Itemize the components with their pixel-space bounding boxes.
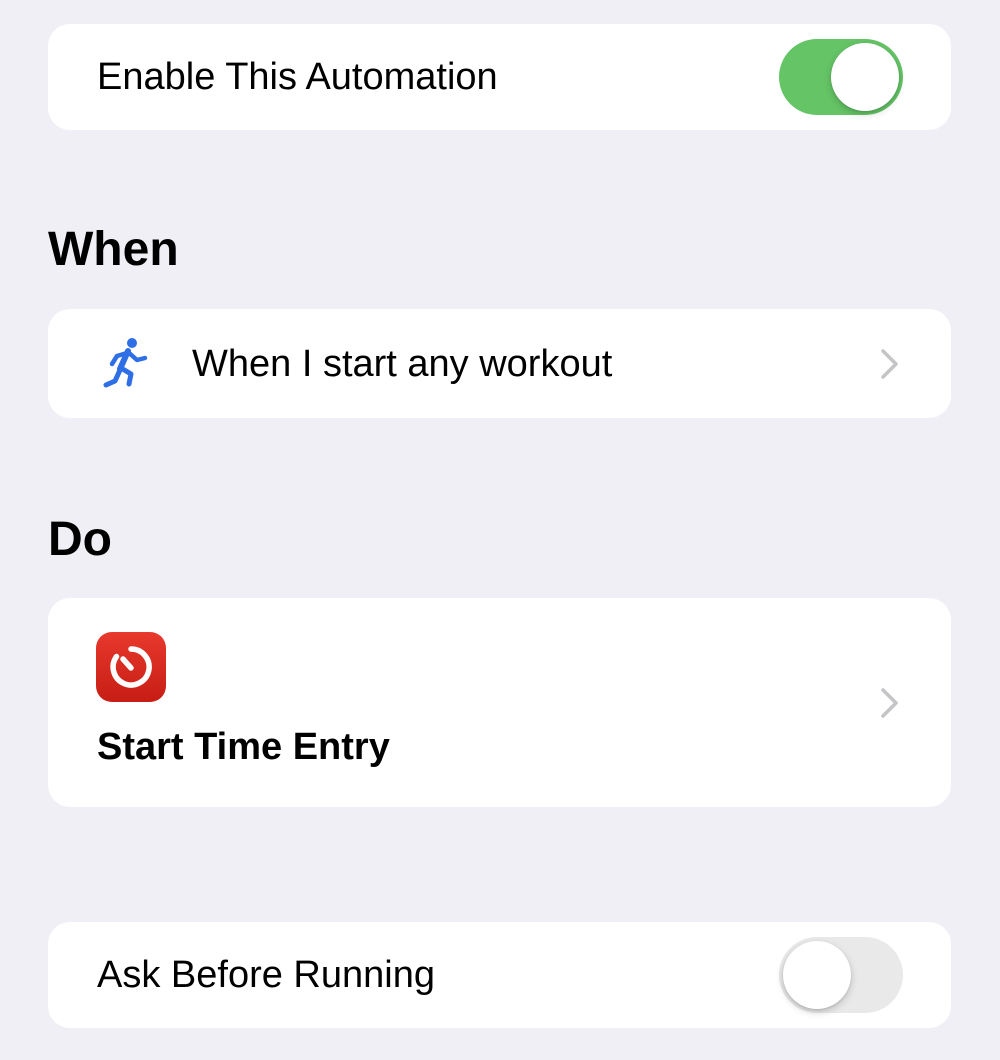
chevron-right-icon: [881, 688, 898, 718]
automation-settings-page: Enable This Automation When When I start…: [0, 0, 1000, 1060]
trigger-label: When I start any workout: [192, 343, 613, 385]
action-label: Start Time Entry: [97, 726, 390, 768]
ask-before-running-label: Ask Before Running: [97, 954, 435, 996]
ask-before-running-toggle[interactable]: [779, 937, 903, 1013]
ask-before-running-row: Ask Before Running: [48, 922, 951, 1028]
enable-automation-row: Enable This Automation: [48, 24, 951, 130]
toggle-knob: [783, 941, 851, 1009]
enable-automation-label: Enable This Automation: [97, 56, 498, 98]
do-section-title: Do: [48, 513, 112, 566]
trigger-row[interactable]: When I start any workout: [48, 309, 951, 418]
when-section-title: When: [48, 223, 179, 276]
toggle-knob: [831, 43, 899, 111]
enable-automation-toggle[interactable]: [779, 39, 903, 115]
timer-app-icon: [96, 632, 166, 702]
running-figure-icon: [103, 338, 148, 388]
chevron-right-icon: [881, 349, 898, 379]
action-row[interactable]: Start Time Entry: [48, 598, 951, 807]
